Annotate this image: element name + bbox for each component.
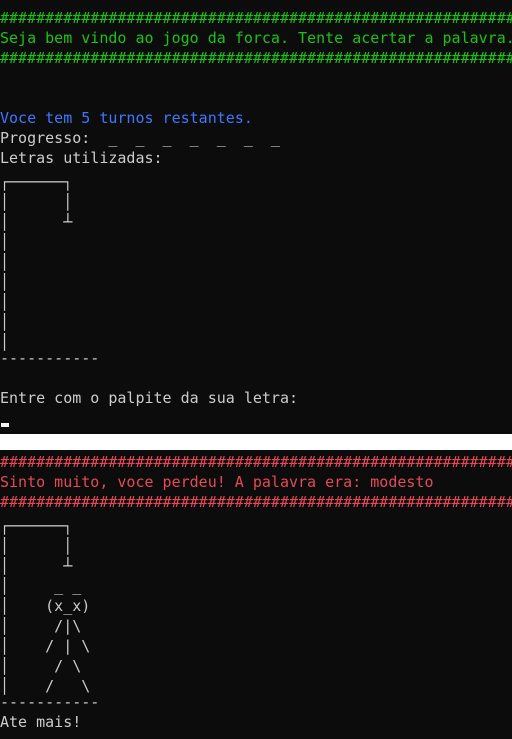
terminal-window-game: ########################################…: [0, 0, 512, 434]
border-bottom: ########################################…: [0, 493, 512, 511]
gallows-drawing: ┌──────┐ │ │ │ ┴ │ │ │ │ │ │: [0, 173, 73, 351]
progress-line: Progresso: _ _ _ _ _ _ _: [0, 129, 280, 147]
letters-used-label: Letras utilizadas:: [0, 149, 163, 167]
welcome-message: Seja bem vindo ao jogo da forca. Tente a…: [0, 29, 512, 47]
gallows-ground: -----------: [0, 693, 100, 711]
hangman-drawing: ┌──────┐ │ │ │ ┴ │ _ _ │ (x_x) │ /|\ │ /…: [0, 517, 91, 695]
gallows-ground: -----------: [0, 349, 100, 367]
guess-prompt: Entre com o palpite da sua letra:: [0, 389, 299, 407]
terminal-window-result: ########################################…: [0, 450, 512, 739]
border-top: ########################################…: [0, 9, 512, 27]
border-bottom: ########################################…: [0, 49, 512, 67]
goodbye-message: Ate mais!: [0, 713, 82, 731]
lose-message: Sinto muito, voce perdeu! A palavra era:…: [0, 473, 434, 491]
input-cursor[interactable]: [1, 423, 9, 427]
border-top: ########################################…: [0, 453, 512, 471]
turns-remaining: Voce tem 5 turnos restantes.: [0, 109, 253, 127]
